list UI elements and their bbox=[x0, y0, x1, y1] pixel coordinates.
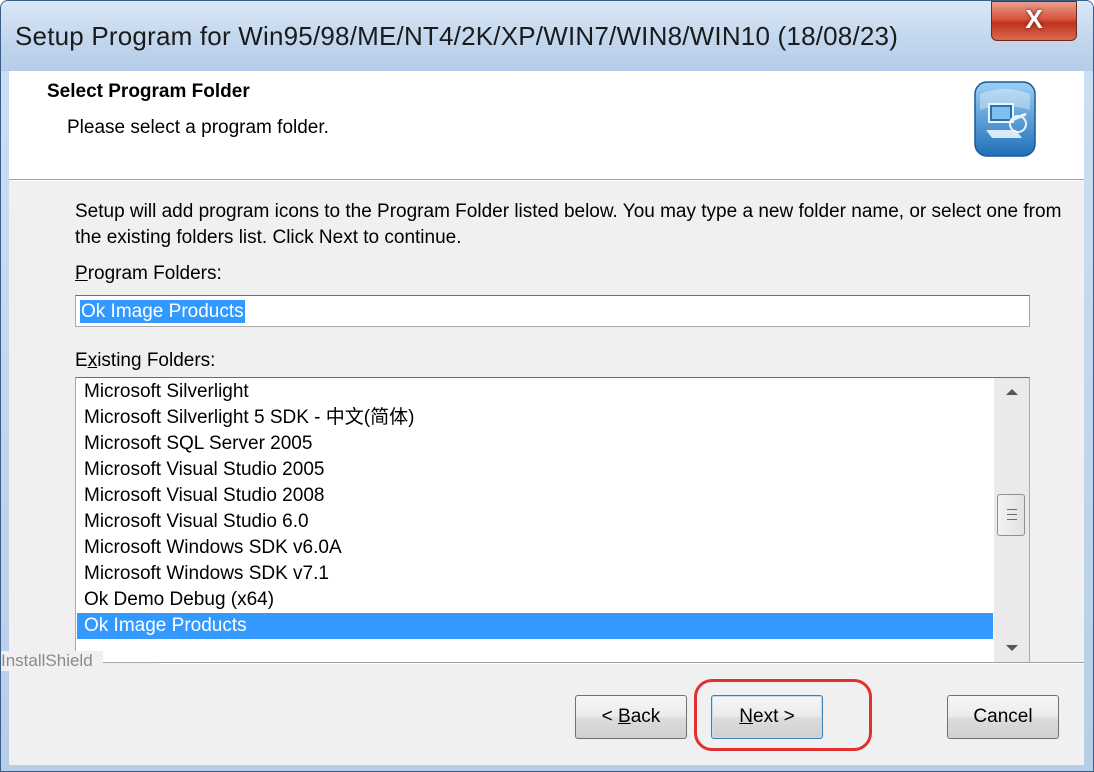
list-item[interactable]: Microsoft Visual Studio 2005 bbox=[77, 457, 993, 483]
program-folders-mnemonic: P bbox=[75, 263, 88, 284]
program-folders-label-text: rogram Folders: bbox=[87, 263, 222, 284]
list-item[interactable]: Microsoft Visual Studio 2008 bbox=[77, 483, 993, 509]
footer-divider bbox=[159, 662, 1084, 664]
window-title: Setup Program for Win95/98/ME/NT4/2K/XP/… bbox=[15, 21, 899, 51]
back-button[interactable]: < Back bbox=[575, 695, 687, 739]
list-item[interactable]: Microsoft Silverlight 5 SDK - 中文(简体) bbox=[77, 405, 993, 431]
header-divider bbox=[9, 180, 1084, 181]
existing-folders-label-text: isting Folders: bbox=[97, 350, 216, 371]
scroll-up-arrow-icon[interactable] bbox=[994, 378, 1029, 406]
installer-computer-icon bbox=[974, 81, 1036, 157]
grip-line bbox=[1007, 519, 1017, 520]
setup-window: Setup Program for Win95/98/ME/NT4/2K/XP/… bbox=[0, 0, 1094, 772]
page-title: Select Program Folder bbox=[47, 81, 250, 102]
existing-folders-first: E bbox=[75, 350, 88, 371]
close-icon: X bbox=[1025, 4, 1043, 34]
existing-folders-mnemonic: x bbox=[87, 350, 98, 371]
vertical-scrollbar[interactable] bbox=[994, 378, 1029, 662]
list-item[interactable]: Microsoft Visual Studio 6.0 bbox=[77, 509, 993, 535]
list-item[interactable]: Microsoft Windows SDK v6.0A bbox=[77, 535, 993, 561]
scroll-down-arrow-icon[interactable] bbox=[994, 634, 1029, 662]
installshield-brand: InstallShield bbox=[1, 651, 103, 671]
grip-line bbox=[1007, 514, 1017, 515]
program-folder-input[interactable]: Ok Image Products bbox=[75, 295, 1030, 327]
cancel-button[interactable]: Cancel bbox=[947, 695, 1059, 739]
scroll-thumb[interactable] bbox=[997, 494, 1025, 536]
program-folder-value: Ok Image Products bbox=[80, 300, 245, 323]
instructions-text: Setup will add program icons to the Prog… bbox=[75, 201, 1062, 248]
list-item[interactable]: Microsoft SQL Server 2005 bbox=[77, 431, 993, 457]
list-item[interactable]: Microsoft Windows SDK v7.1 bbox=[77, 561, 993, 587]
existing-folders-list[interactable]: Microsoft Silverlight Microsoft Silverli… bbox=[75, 377, 1030, 663]
list-item-selected[interactable]: Ok Image Products bbox=[77, 613, 993, 639]
title-bar[interactable]: Setup Program for Win95/98/ME/NT4/2K/XP/… bbox=[1, 1, 1093, 71]
page-subtitle: Please select a program folder. bbox=[67, 117, 329, 138]
list-item[interactable]: Microsoft Silverlight bbox=[77, 379, 993, 405]
list-item[interactable]: Ok Demo Debug (x64) bbox=[77, 587, 993, 613]
next-highlight-ring bbox=[694, 679, 872, 751]
window-bottom-border bbox=[1, 765, 1093, 771]
back-label: ack bbox=[630, 706, 661, 727]
existing-folders-label: Existing Folders: bbox=[75, 350, 215, 372]
close-button[interactable]: X bbox=[991, 1, 1077, 41]
back-mnemonic: B bbox=[618, 706, 631, 727]
grip-line bbox=[1007, 509, 1017, 510]
dialog-client-area: Select Program Folder Please select a pr… bbox=[1, 71, 1084, 765]
back-prefix: < bbox=[601, 706, 619, 727]
program-folders-label: Program Folders: bbox=[75, 263, 222, 285]
header-panel: Select Program Folder Please select a pr… bbox=[9, 71, 1084, 180]
